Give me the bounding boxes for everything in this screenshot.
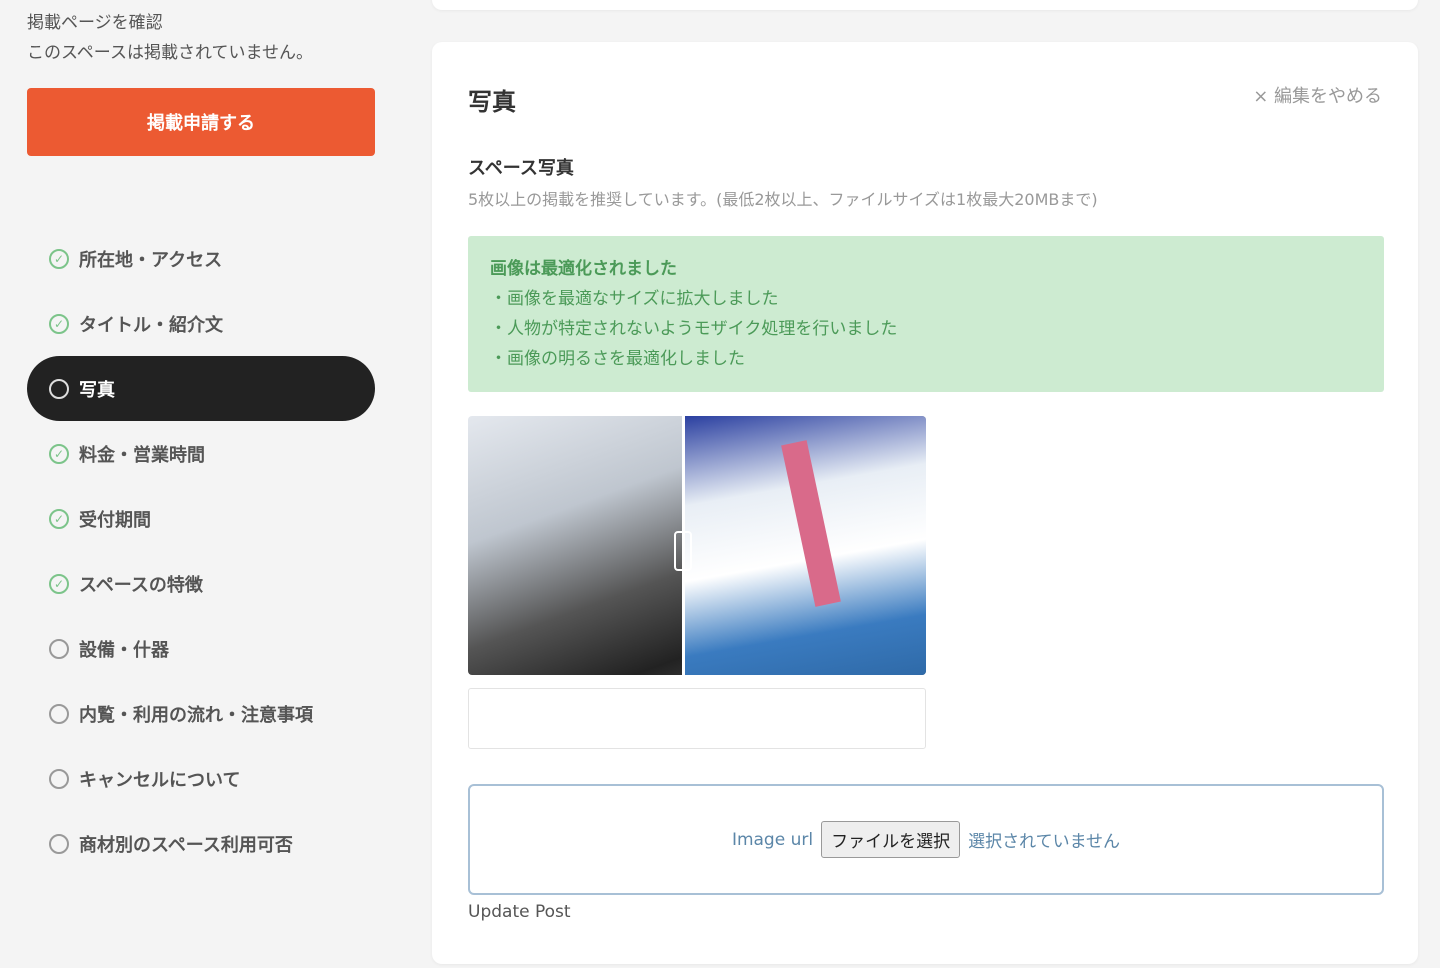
sidebar-item-label: 商材別のスペース利用可否 <box>79 834 293 856</box>
check-page-link[interactable]: 掲載ページを確認 <box>27 8 163 33</box>
sidebar-item-label: 料金・営業時間 <box>79 444 205 466</box>
sidebar-item[interactable]: 商材別のスペース利用可否 <box>27 811 375 876</box>
success-alert: 画像は最適化されました ・画像を最適なサイズに拡大しました ・人物が特定されない… <box>468 236 1384 392</box>
photo-compare-image <box>468 416 926 675</box>
check-circle-icon: ✓ <box>49 508 69 529</box>
sidebar-item[interactable]: キャンセルについて <box>27 746 375 811</box>
sidebar-item[interactable]: ✓ 所在地・アクセス <box>27 226 375 291</box>
previous-card <box>432 0 1418 10</box>
sidebar-item-label: 設備・什器 <box>79 639 169 661</box>
check-circle-icon: ✓ <box>49 443 69 464</box>
section-nav: ✓ 所在地・アクセス ✓ タイトル・紹介文 写真 ✓ 料金・営業時間 ✓ 受付期間 ✓ スペースの特… <box>27 226 375 876</box>
image-url-label: Image url <box>731 829 814 850</box>
choose-file-button[interactable]: ファイルを選択 <box>821 821 961 858</box>
sidebar-item[interactable]: ✓ タイトル・紹介文 <box>27 291 375 356</box>
section-title: スペース写真 <box>468 158 574 179</box>
sidebar-item[interactable]: 設備・什器 <box>27 616 375 681</box>
section-description: 5枚以上の掲載を推奨しています。(最低2枚以上、ファイルサイズは1枚最大20MB… <box>468 190 1098 209</box>
circle-icon <box>49 378 69 399</box>
alert-line: ・人物が特定されないようモザイク処理を行いました <box>490 319 898 339</box>
alert-line: ・画像の明るさを最適化しました <box>490 349 745 369</box>
check-circle-icon: ✓ <box>49 248 69 269</box>
sidebar-item-label: 所在地・アクセス <box>79 249 223 271</box>
photo-card: 写真 × 編集をやめる スペース写真 5枚以上の掲載を推奨しています。(最低2枚… <box>432 42 1418 964</box>
apply-publish-button[interactable]: 掲載申請する <box>27 88 375 156</box>
check-circle-icon: ✓ <box>49 573 69 594</box>
sidebar-item[interactable]: 写真 <box>27 356 375 421</box>
sidebar-item-label: キャンセルについて <box>79 769 241 791</box>
sidebar-item-label: 内覧・利用の流れ・注意事項 <box>79 704 313 726</box>
sidebar-item[interactable]: ✓ 受付期間 <box>27 486 375 551</box>
page-title: 写真 <box>468 88 516 116</box>
compare-handle[interactable] <box>674 531 692 571</box>
alert-title: 画像は最適化されました <box>490 259 677 279</box>
sidebar-item-label: スペースの特徴 <box>79 574 203 596</box>
photo-caption-input[interactable] <box>468 688 926 749</box>
sidebar-item-label: 受付期間 <box>79 509 151 531</box>
sidebar: 掲載ページを確認 このスペースは掲載されていません。 掲載申請する ✓ 所在地・ア… <box>0 0 420 968</box>
sidebar-item[interactable]: 内覧・利用の流れ・注意事項 <box>27 681 375 746</box>
update-post-button[interactable]: Update Post <box>468 902 571 922</box>
sidebar-item[interactable]: ✓ スペースの特徴 <box>27 551 375 616</box>
check-circle-icon: ✓ <box>49 313 69 334</box>
file-status: 選択されていません <box>968 832 1121 852</box>
publish-status: このスペースは掲載されていません。 <box>27 43 313 63</box>
circle-icon <box>49 833 69 854</box>
sidebar-item-label: 写真 <box>79 379 115 401</box>
circle-icon <box>49 703 69 724</box>
upload-area: Image url ファイルを選択 選択されていません <box>468 784 1384 895</box>
circle-icon <box>49 768 69 789</box>
sidebar-item-label: タイトル・紹介文 <box>79 314 223 336</box>
alert-line: ・画像を最適なサイズに拡大しました <box>490 289 779 309</box>
cancel-edit-button[interactable]: × 編集をやめる <box>1253 82 1382 108</box>
sidebar-item[interactable]: ✓ 料金・営業時間 <box>27 421 375 486</box>
circle-icon <box>49 638 69 659</box>
